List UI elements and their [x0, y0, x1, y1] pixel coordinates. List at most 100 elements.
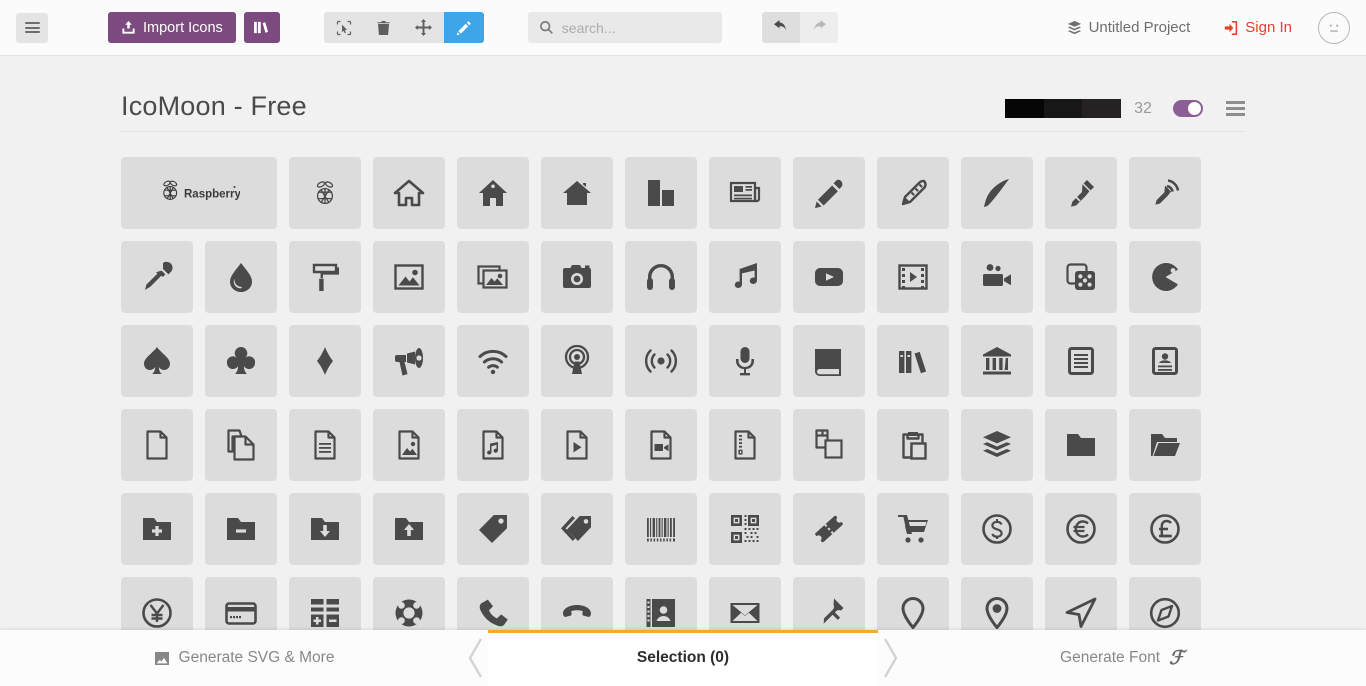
- icon-tile[interactable]: [121, 409, 193, 481]
- icon-tile[interactable]: [877, 325, 949, 397]
- icon-tile[interactable]: [1045, 325, 1117, 397]
- icon-tile[interactable]: [289, 325, 361, 397]
- icon-tile[interactable]: [205, 409, 277, 481]
- delete-tool-button[interactable]: [364, 12, 404, 43]
- move-tool-button[interactable]: [404, 12, 444, 43]
- icon-tile[interactable]: [541, 241, 613, 313]
- icon-tile[interactable]: [1045, 157, 1117, 229]
- icon-tile[interactable]: [961, 241, 1033, 313]
- icon-tile[interactable]: [373, 241, 445, 313]
- icon-tile[interactable]: [457, 241, 529, 313]
- icon-tile[interactable]: [289, 157, 361, 229]
- slider-segment[interactable]: [1005, 99, 1044, 118]
- icon-tile[interactable]: [709, 493, 781, 565]
- icon-tile[interactable]: [541, 157, 613, 229]
- generate-font-tab[interactable]: Generate Font ℱ: [878, 630, 1366, 686]
- icon-tile[interactable]: [541, 409, 613, 481]
- icon-tile[interactable]: [1129, 241, 1201, 313]
- icon-tile[interactable]: [457, 493, 529, 565]
- icon-tile[interactable]: [1129, 325, 1201, 397]
- icon-tile[interactable]: Raspberry Pi: [121, 157, 277, 229]
- icon-tile[interactable]: [709, 325, 781, 397]
- icon-tile[interactable]: [877, 409, 949, 481]
- icon-tile[interactable]: [1129, 409, 1201, 481]
- envelop-icon: [730, 603, 760, 623]
- icon-tile[interactable]: [121, 493, 193, 565]
- credit-card-icon: [225, 602, 257, 625]
- icon-tile[interactable]: [793, 157, 865, 229]
- set-visibility-toggle[interactable]: [1173, 100, 1203, 117]
- project-name-button[interactable]: Untitled Project: [1067, 19, 1190, 36]
- icon-tile[interactable]: [205, 493, 277, 565]
- icon-tile[interactable]: [457, 157, 529, 229]
- app-menu-button[interactable]: [16, 12, 48, 43]
- library-icon: [983, 347, 1011, 375]
- icon-tile[interactable]: [625, 325, 697, 397]
- library-icon: [254, 21, 269, 34]
- icon-tile[interactable]: [457, 409, 529, 481]
- icon-tile[interactable]: [625, 493, 697, 565]
- paste-icon: [902, 432, 927, 460]
- icon-tile[interactable]: [373, 157, 445, 229]
- icon-tile[interactable]: [877, 493, 949, 565]
- user-avatar-button[interactable]: [1318, 11, 1350, 44]
- icon-tile[interactable]: [709, 241, 781, 313]
- icon-tile[interactable]: [541, 493, 613, 565]
- icon-tile[interactable]: [121, 241, 193, 313]
- icon-tile[interactable]: [961, 325, 1033, 397]
- select-tool-button[interactable]: [324, 12, 364, 43]
- icon-tile[interactable]: [625, 241, 697, 313]
- music-icon: [734, 263, 757, 288]
- icon-tile[interactable]: [793, 241, 865, 313]
- icon-tile[interactable]: [961, 409, 1033, 481]
- icon-tile[interactable]: [373, 409, 445, 481]
- icon-tile[interactable]: [625, 157, 697, 229]
- icon-library-button[interactable]: [243, 12, 280, 43]
- icon-tile[interactable]: [289, 493, 361, 565]
- icon-tile[interactable]: [961, 493, 1033, 565]
- raspberry-pi-logo: Raspberry Pi: [163, 180, 240, 201]
- file-picture-icon: [398, 430, 420, 460]
- import-icons-button[interactable]: Import Icons: [108, 12, 236, 43]
- qrcode-icon: [731, 515, 759, 543]
- spades-icon: [144, 347, 170, 374]
- icon-tile[interactable]: [877, 241, 949, 313]
- icon-tile[interactable]: [793, 325, 865, 397]
- icon-tile[interactable]: [289, 409, 361, 481]
- icon-tile[interactable]: [793, 409, 865, 481]
- selection-tab[interactable]: Selection (0): [468, 630, 898, 686]
- icon-tile[interactable]: [373, 325, 445, 397]
- icon-tile[interactable]: [877, 157, 949, 229]
- icon-tile[interactable]: [1045, 409, 1117, 481]
- generate-svg-tab[interactable]: Generate SVG & More: [0, 630, 488, 686]
- edit-tool-button[interactable]: [443, 12, 484, 43]
- icon-tile[interactable]: [709, 409, 781, 481]
- icon-tile[interactable]: [121, 325, 193, 397]
- coin-dollar-icon: [982, 514, 1012, 544]
- slider-segment[interactable]: [1082, 99, 1122, 118]
- icon-tile[interactable]: [205, 241, 277, 313]
- icon-size-slider[interactable]: [1005, 99, 1122, 118]
- icon-tile[interactable]: [625, 409, 697, 481]
- sign-in-button[interactable]: Sign In: [1222, 19, 1292, 36]
- slider-segment[interactable]: [1043, 99, 1083, 118]
- redo-button[interactable]: [799, 12, 838, 43]
- icon-tile[interactable]: [709, 157, 781, 229]
- icon-tile[interactable]: [1129, 493, 1201, 565]
- icon-tile[interactable]: [205, 325, 277, 397]
- icon-tile[interactable]: [1129, 157, 1201, 229]
- icon-tile[interactable]: [289, 241, 361, 313]
- icon-tile[interactable]: [1045, 241, 1117, 313]
- undo-button[interactable]: [761, 12, 800, 43]
- droplet-icon: [230, 263, 252, 292]
- icon-set-title: IcoMoon - Free: [121, 91, 307, 121]
- icon-tile[interactable]: [373, 493, 445, 565]
- search-input[interactable]: [527, 12, 722, 43]
- icon-tile[interactable]: [541, 325, 613, 397]
- icon-tile[interactable]: [457, 325, 529, 397]
- set-menu-button[interactable]: [1226, 98, 1245, 119]
- icon-size-value: 32: [1134, 99, 1152, 117]
- icon-tile[interactable]: [793, 493, 865, 565]
- icon-tile[interactable]: [1045, 493, 1117, 565]
- icon-tile[interactable]: [961, 157, 1033, 229]
